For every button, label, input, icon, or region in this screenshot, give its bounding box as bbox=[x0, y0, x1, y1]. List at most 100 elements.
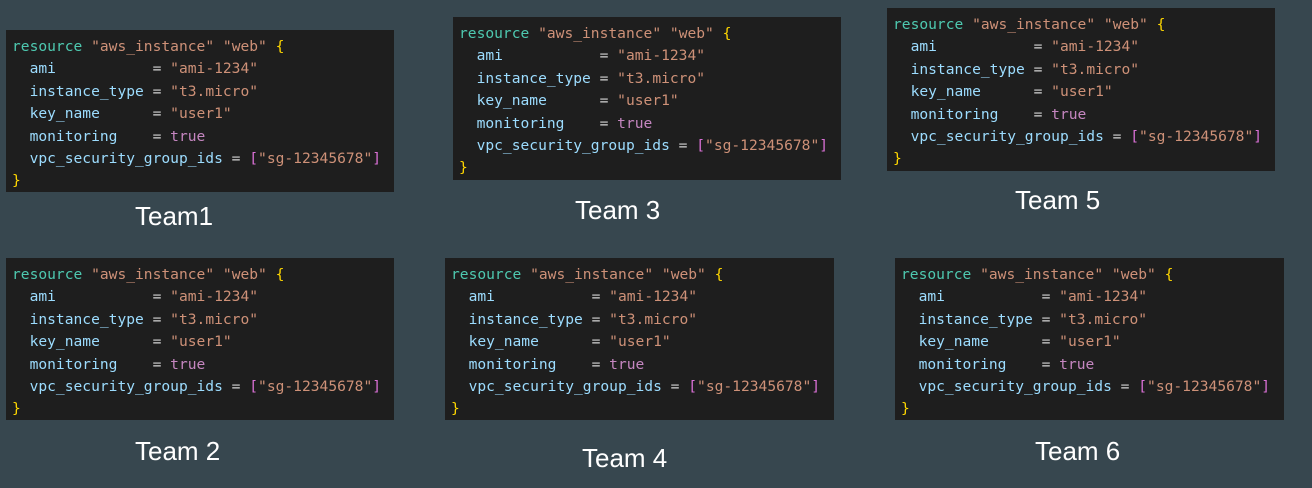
code-string: "aws_instance" bbox=[972, 16, 1096, 33]
code-value: "user1" bbox=[609, 333, 671, 351]
code-key: vpc_security_group_ids bbox=[910, 128, 1104, 146]
code-key: ami bbox=[476, 47, 503, 65]
code-operator: = bbox=[502, 47, 618, 65]
code-key: ami bbox=[468, 288, 495, 306]
code-key: key_name bbox=[918, 333, 989, 351]
code-keyword: resource bbox=[12, 38, 83, 55]
code-key: monitoring bbox=[29, 355, 118, 373]
code-keyword: resource bbox=[459, 25, 530, 42]
code-key: vpc_security_group_ids bbox=[918, 378, 1112, 396]
code-brace: { bbox=[275, 38, 285, 55]
code-key: key_name bbox=[29, 333, 100, 351]
code-value: "user1" bbox=[1051, 83, 1113, 101]
code-key: key_name bbox=[29, 105, 100, 123]
code-value: "user1" bbox=[617, 92, 679, 110]
code-bracket: [ bbox=[249, 378, 259, 396]
code-key: key_name bbox=[468, 333, 539, 351]
code-operator: = bbox=[661, 378, 689, 396]
code-value: "sg-12345678" bbox=[705, 137, 820, 155]
code-operator: = bbox=[55, 60, 171, 78]
code-key: vpc_security_group_ids bbox=[29, 150, 223, 168]
code-value: "ami-1234" bbox=[617, 47, 706, 65]
code-bracket: [ bbox=[688, 378, 698, 396]
code-operator: = bbox=[538, 333, 610, 351]
code-brace: } bbox=[459, 159, 468, 177]
code-value: "t3.micro" bbox=[170, 82, 259, 100]
code-key: key_name bbox=[476, 92, 547, 110]
code-value: "ami-1234" bbox=[170, 288, 259, 306]
code-value: "sg-12345678" bbox=[1139, 128, 1254, 146]
code-string: "aws_instance" bbox=[980, 266, 1104, 283]
code-string: "web" bbox=[661, 266, 706, 283]
code-value: "ami-1234" bbox=[609, 288, 698, 306]
code-value: "sg-12345678" bbox=[1147, 378, 1262, 396]
code-operator: = bbox=[1024, 60, 1052, 78]
team-caption: Team 4 bbox=[582, 443, 668, 473]
code-operator: = bbox=[980, 83, 1052, 101]
code-brace: } bbox=[893, 150, 902, 168]
code-key: instance_type bbox=[468, 310, 583, 328]
code-key: vpc_security_group_ids bbox=[476, 137, 670, 155]
code-panel-team-5: resource "aws_instance" "web" { ami = "a… bbox=[887, 8, 1275, 171]
code-bracket: [ bbox=[696, 137, 706, 155]
code-brace: { bbox=[1164, 266, 1174, 283]
code-value: "user1" bbox=[1059, 333, 1121, 351]
code-key: instance_type bbox=[910, 60, 1025, 78]
code-panel-team-6: resource "aws_instance" "web" { ami = "a… bbox=[895, 258, 1284, 420]
code-bracket: [ bbox=[249, 150, 259, 168]
code-key: ami bbox=[910, 38, 937, 56]
code-key: vpc_security_group_ids bbox=[468, 378, 662, 396]
code-string: "aws_instance" bbox=[530, 266, 654, 283]
code-key: monitoring bbox=[29, 127, 118, 145]
code-operator: = bbox=[99, 105, 171, 123]
code-keyword: resource bbox=[901, 266, 972, 283]
code-key: instance_type bbox=[918, 310, 1033, 328]
code-operator: = bbox=[590, 69, 618, 87]
code-operator: = bbox=[1111, 378, 1139, 396]
code-panel-team-1: resource "aws_instance" "web" { ami = "a… bbox=[6, 30, 394, 192]
team-caption: Team1 bbox=[135, 201, 214, 231]
code-value: true bbox=[1059, 355, 1095, 373]
code-value: "ami-1234" bbox=[1059, 288, 1148, 306]
code-key: monitoring bbox=[476, 114, 565, 132]
code-snippet: resource "aws_instance" "web" { ami = "a… bbox=[451, 264, 834, 421]
code-keyword: resource bbox=[12, 266, 83, 283]
code-key: ami bbox=[918, 288, 945, 306]
code-snippet: resource "aws_instance" "web" { ami = "a… bbox=[901, 264, 1284, 421]
code-operator: = bbox=[988, 333, 1060, 351]
code-string: "aws_instance" bbox=[538, 25, 662, 42]
code-operator: = bbox=[669, 137, 697, 155]
code-value: "user1" bbox=[170, 333, 232, 351]
code-operator: = bbox=[582, 310, 610, 328]
code-string: "aws_instance" bbox=[91, 266, 215, 283]
code-value: true bbox=[617, 114, 653, 132]
code-key: key_name bbox=[910, 83, 981, 101]
code-operator: = bbox=[117, 355, 171, 373]
code-bracket: ] bbox=[1253, 128, 1263, 146]
code-brace: { bbox=[1156, 16, 1166, 33]
code-brace: { bbox=[722, 25, 732, 42]
code-value: "t3.micro" bbox=[609, 310, 698, 328]
team-caption: Team 5 bbox=[1015, 185, 1101, 215]
code-value: "t3.micro" bbox=[1051, 60, 1140, 78]
code-value: true bbox=[170, 355, 206, 373]
code-value: "t3.micro" bbox=[617, 69, 706, 87]
code-value: true bbox=[170, 127, 206, 145]
code-panel-team-2: resource "aws_instance" "web" { ami = "a… bbox=[6, 258, 394, 420]
code-string: "web" bbox=[1103, 16, 1148, 33]
code-operator: = bbox=[556, 355, 610, 373]
code-operator: = bbox=[55, 288, 171, 306]
code-bracket: ] bbox=[372, 378, 382, 396]
team-caption: Team 3 bbox=[575, 195, 661, 225]
team-caption: Team 6 bbox=[1035, 436, 1121, 466]
code-value: "user1" bbox=[170, 105, 232, 123]
code-operator: = bbox=[564, 114, 618, 132]
code-keyword: resource bbox=[893, 16, 964, 33]
code-key: instance_type bbox=[476, 69, 591, 87]
code-value: "sg-12345678" bbox=[258, 378, 373, 396]
code-brace: } bbox=[12, 172, 21, 190]
code-key: instance_type bbox=[29, 82, 144, 100]
code-value: "sg-12345678" bbox=[697, 378, 812, 396]
code-key: vpc_security_group_ids bbox=[29, 378, 223, 396]
code-operator: = bbox=[117, 127, 171, 145]
